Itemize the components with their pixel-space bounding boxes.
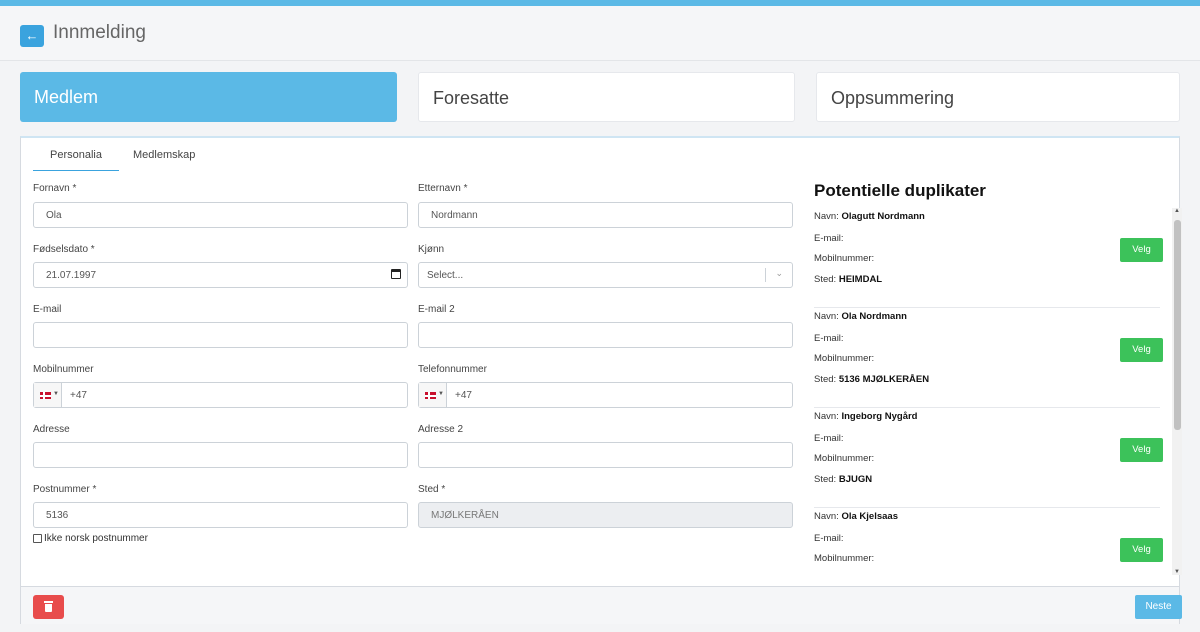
step-label: Medlem (34, 87, 99, 107)
dup-sted: Sted: 5136 MJØLKERÅEN (814, 374, 930, 385)
adresse2-label: Adresse 2 (418, 424, 464, 435)
telefon-label: Telefonnummer (418, 364, 487, 375)
scroll-down-icon[interactable]: ▼ (1174, 569, 1180, 575)
postnummer-label: Postnummer * (33, 484, 97, 495)
fodselsdato-input[interactable]: 21.07.1997 (33, 262, 408, 288)
duplicates-scrollbar[interactable]: ▲ ▼ (1172, 208, 1182, 575)
dup-email: E-mail: (814, 533, 844, 544)
kjonn-select[interactable]: Select... ⌄ (418, 262, 793, 288)
next-button[interactable]: Neste (1135, 595, 1182, 619)
caret-down-icon: ▼ (53, 391, 59, 397)
dup-email: E-mail: (814, 333, 844, 344)
adresse-input[interactable] (33, 442, 408, 468)
scroll-up-icon[interactable]: ▲ (1174, 208, 1180, 214)
country-selector[interactable]: ▼ (34, 383, 62, 407)
dup-mobil: Mobilnummer: (814, 453, 875, 464)
step-label: Foresatte (433, 88, 510, 108)
velg-button[interactable]: Velg (1120, 538, 1163, 562)
telefon-value: +47 (455, 390, 472, 401)
norway-flag-icon (425, 392, 436, 399)
trash-icon (44, 601, 53, 603)
mobil-input[interactable]: ▼ +47 (33, 382, 408, 408)
tab-medlemskap[interactable]: Medlemskap (133, 149, 195, 171)
email2-input[interactable] (418, 322, 793, 348)
delete-button[interactable] (33, 595, 64, 619)
form-panel: Personalia Medlemskap Fornavn * Ola Ette… (20, 136, 1182, 624)
duplicate-item: Navn: Ingeborg Nygård E-mail: Mobilnumme… (814, 408, 1163, 508)
duplicates-title: Potentielle duplikater (814, 181, 986, 200)
dup-navn: Navn: Ingeborg Nygård (814, 411, 918, 422)
dup-mobil: Mobilnummer: (814, 353, 875, 364)
etternavn-label: Etternavn * (418, 183, 468, 194)
mobil-label: Mobilnummer (33, 364, 94, 375)
panel-footer: Neste (21, 586, 1182, 624)
velg-button[interactable]: Velg (1120, 438, 1163, 462)
sted-label: Sted * (418, 484, 446, 495)
kjonn-placeholder: Select... (427, 270, 464, 281)
step-foresatte[interactable]: Foresatte (418, 72, 795, 122)
tab-personalia[interactable]: Personalia (33, 149, 119, 171)
fodselsdato-label: Fødselsdato * (33, 244, 95, 255)
velg-button[interactable]: Velg (1120, 238, 1163, 262)
back-button[interactable]: ← (20, 25, 44, 47)
mobil-value: +47 (70, 390, 87, 401)
norway-flag-icon (40, 392, 51, 399)
select-separator (765, 268, 766, 282)
step-oppsummering[interactable]: Oppsummering (816, 72, 1180, 122)
fornavn-input[interactable]: Ola (33, 202, 408, 228)
dup-email: E-mail: (814, 233, 844, 244)
scroll-thumb[interactable] (1174, 220, 1181, 430)
email-input[interactable] (33, 322, 408, 348)
dup-sted: Sted: HEIMDAL (814, 274, 883, 285)
calendar-icon[interactable] (391, 269, 401, 279)
adresse-label: Adresse (33, 424, 70, 435)
trash-icon-body (45, 604, 52, 612)
dup-mobil: Mobilnummer: (814, 553, 875, 564)
sted-input: MJØLKERÅEN (418, 502, 793, 528)
dup-navn: Navn: Ola Kjelsaas (814, 511, 898, 522)
duplicates-list[interactable]: Navn: Olagutt Nordmann E-mail: Mobilnumm… (814, 208, 1172, 575)
duplicate-item: Navn: Olagutt Nordmann E-mail: Mobilnumm… (814, 208, 1163, 308)
page-title: Innmelding (53, 22, 146, 43)
ikke-norsk-label[interactable]: Ikke norsk postnummer (44, 533, 148, 544)
etternavn-input[interactable]: Nordmann (418, 202, 793, 228)
dup-email: E-mail: (814, 433, 844, 444)
postnummer-input[interactable]: 5136 (33, 502, 408, 528)
step-medlem[interactable]: Medlem (20, 72, 397, 122)
kjonn-label: Kjønn (418, 244, 445, 255)
arrow-left-icon: ← (25, 28, 39, 43)
page-header: ← Innmelding (0, 6, 1200, 61)
step-label: Oppsummering (831, 88, 955, 108)
country-selector[interactable]: ▼ (419, 383, 447, 407)
fornavn-label: Fornavn * (33, 183, 77, 194)
email-label: E-mail (33, 304, 62, 315)
adresse2-input[interactable] (418, 442, 793, 468)
duplicate-item: Navn: Ola Nordmann E-mail: Mobilnummer: … (814, 308, 1163, 408)
velg-button[interactable]: Velg (1120, 338, 1163, 362)
dup-navn: Navn: Ola Nordmann (814, 311, 907, 322)
telefon-input[interactable]: ▼ +47 (418, 382, 793, 408)
dup-sted: Sted: BJUGN (814, 474, 873, 485)
chevron-down-icon[interactable]: ⌄ (775, 268, 783, 279)
dup-sted: Sted: (814, 574, 836, 575)
caret-down-icon: ▼ (438, 391, 444, 397)
dup-navn: Navn: Olagutt Nordmann (814, 211, 925, 222)
email2-label: E-mail 2 (418, 304, 455, 315)
duplicate-item: Navn: Ola Kjelsaas E-mail: Mobilnummer: … (814, 508, 1163, 575)
fodselsdato-value: 21.07.1997 (46, 270, 97, 281)
dup-mobil: Mobilnummer: (814, 253, 875, 264)
ikke-norsk-checkbox[interactable] (33, 534, 42, 543)
